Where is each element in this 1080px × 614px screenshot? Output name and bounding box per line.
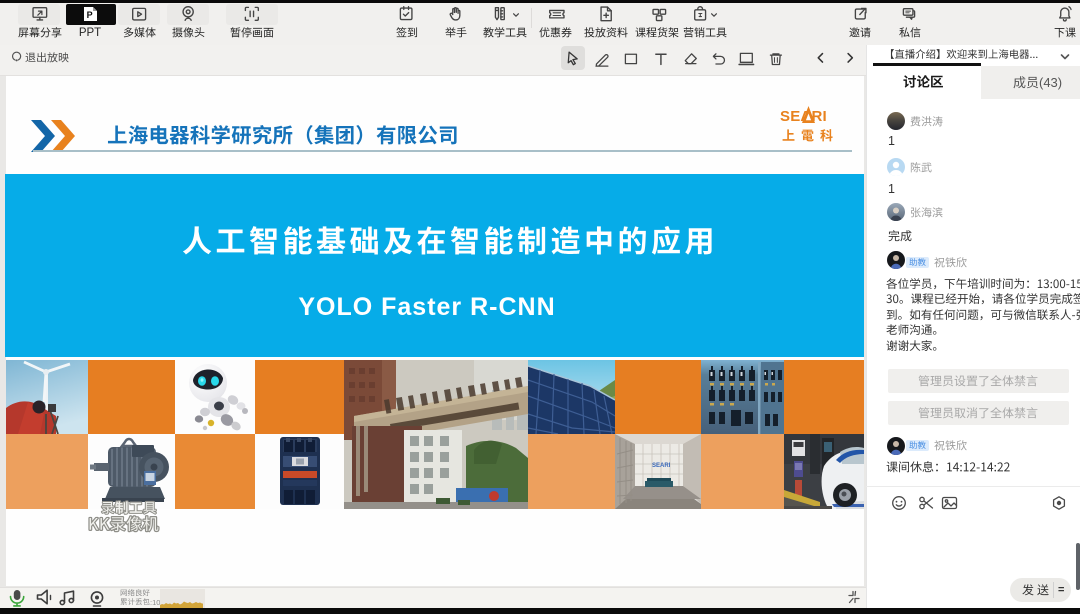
svg-text:P: P [87,10,93,20]
svg-text:SEARI: SEARI [652,463,671,469]
